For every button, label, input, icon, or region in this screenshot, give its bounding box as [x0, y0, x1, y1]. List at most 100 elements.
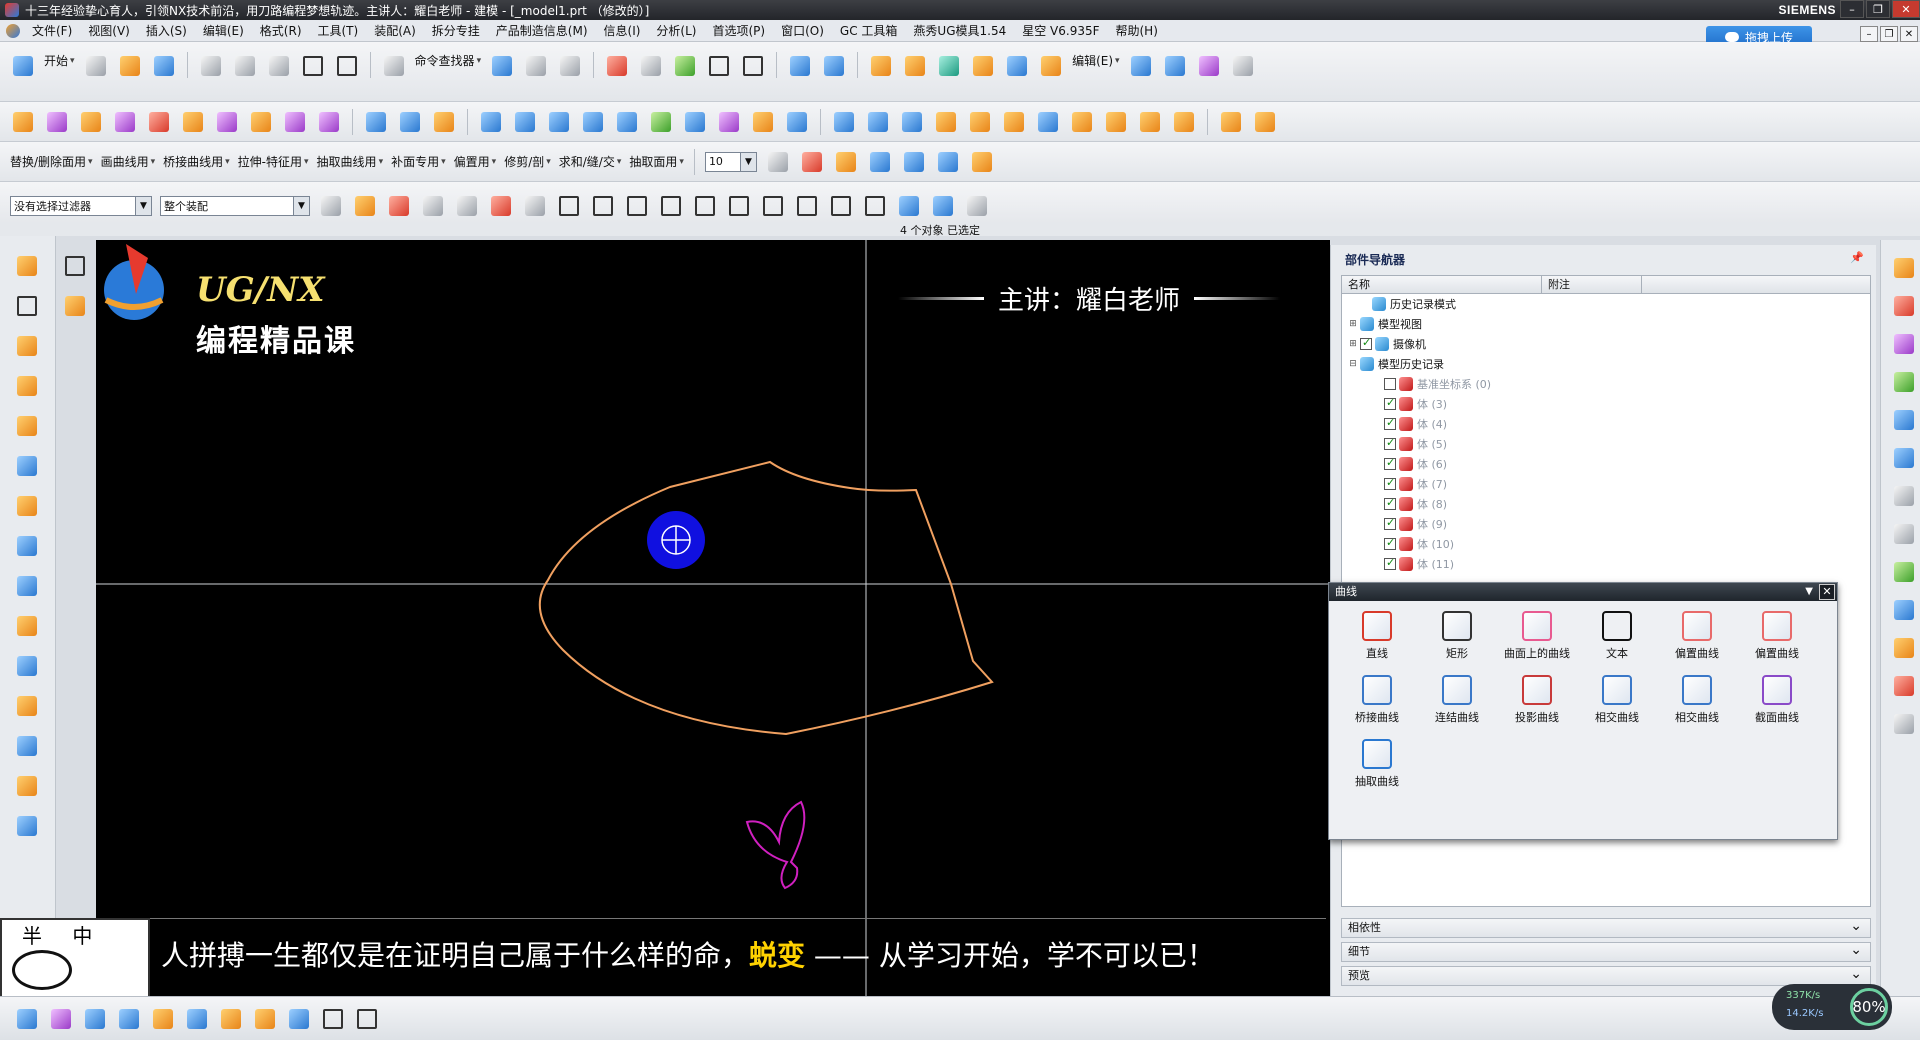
select-feature-icon[interactable]: [521, 192, 549, 220]
command-finder-button[interactable]: 命令查找器: [411, 52, 486, 69]
internet-explorer-icon[interactable]: [1890, 406, 1918, 434]
close-x-icon[interactable]: [61, 252, 89, 280]
assembly-select-icon[interactable]: [351, 192, 379, 220]
curve-command-bridge-curve[interactable]: 桥接曲线: [1337, 675, 1417, 725]
group-draw-curve[interactable]: 画曲线用: [97, 153, 160, 170]
bom-icon[interactable]: [1170, 108, 1198, 136]
background-icon[interactable]: [739, 52, 767, 80]
start-icon[interactable]: [9, 52, 37, 80]
menu-help[interactable]: 帮助(H): [1108, 22, 1166, 39]
mold-lifter-icon[interactable]: [1068, 108, 1096, 136]
snap-point-icon[interactable]: [385, 192, 413, 220]
transform-icon[interactable]: [866, 148, 894, 176]
visibility-checkbox[interactable]: [1384, 436, 1396, 450]
close-button[interactable]: ✕: [1892, 0, 1920, 18]
save-icon[interactable]: [150, 52, 178, 80]
filter-settings-icon[interactable]: [317, 192, 345, 220]
history-icon[interactable]: [1890, 444, 1918, 472]
panel-preview[interactable]: 预览: [1341, 965, 1871, 986]
offset-surface-icon[interactable]: [477, 108, 505, 136]
pattern-tool-icon[interactable]: [13, 492, 41, 520]
visibility-checkbox[interactable]: [1360, 336, 1372, 350]
visibility-checkbox[interactable]: [1384, 378, 1396, 390]
select-body-icon[interactable]: [453, 192, 481, 220]
curve-command-offset-curve[interactable]: 偏置曲线: [1737, 611, 1817, 661]
selection-scope-select[interactable]: 整个装配 ▼: [160, 195, 310, 216]
graphics-window[interactable]: UG/NX 编程精品课 主讲：耀白老师 人拼搏一生都仅是在证明自己属于什么样的命…: [96, 240, 1330, 996]
group-replace-delete-face[interactable]: 替换/删除面用: [6, 153, 97, 170]
new-file-icon[interactable]: [82, 52, 110, 80]
bounded-plane-icon[interactable]: [681, 108, 709, 136]
curve-command-section-curve[interactable]: 截面曲线: [1737, 675, 1817, 725]
doc-close-button[interactable]: ✕: [1900, 26, 1918, 42]
swept-icon[interactable]: [430, 108, 458, 136]
mold-wizard-icon[interactable]: [867, 52, 895, 80]
navigator-row[interactable]: 体 (11): [1342, 554, 1870, 574]
curve-command-line[interactable]: 直线: [1337, 611, 1417, 661]
menu-xingkong[interactable]: 星空 V6.935F: [1014, 22, 1107, 39]
visibility-checkbox[interactable]: [1384, 396, 1396, 410]
smart-model-icon[interactable]: [832, 148, 860, 176]
group-offset[interactable]: 偏置用: [450, 153, 501, 170]
copy-icon[interactable]: [231, 52, 259, 80]
open-folder-icon[interactable]: [116, 52, 144, 80]
mold-slide-icon[interactable]: [1034, 108, 1062, 136]
mold-frame-icon[interactable]: [932, 108, 960, 136]
layer-settings-bottom-icon[interactable]: [217, 1005, 245, 1033]
menu-analysis[interactable]: 分析(L): [648, 22, 704, 39]
constraint-navigator-icon[interactable]: [1890, 292, 1918, 320]
trim-body-icon[interactable]: [315, 108, 343, 136]
type-filter-select[interactable]: 没有选择过滤器 ▼: [10, 195, 152, 216]
navigator-row[interactable]: 体 (4): [1342, 414, 1870, 434]
selected-curve-loop[interactable]: [538, 460, 994, 736]
gear-icon[interactable]: [1217, 108, 1245, 136]
blend-tool-icon[interactable]: [13, 732, 41, 760]
curve-command-intersect-curve[interactable]: 相交曲线: [1577, 675, 1657, 725]
ruler-icon[interactable]: [934, 148, 962, 176]
mid-point-icon[interactable]: [623, 192, 651, 220]
up-arrow-icon[interactable]: [1251, 108, 1279, 136]
navigator-row[interactable]: 体 (6): [1342, 454, 1870, 474]
navigator-row[interactable]: ⊞ 摄像机: [1342, 334, 1870, 354]
system-scene-icon[interactable]: [1890, 672, 1918, 700]
curve-command-extract-curve[interactable]: 抽取曲线: [1337, 739, 1417, 789]
visibility-checkbox[interactable]: [1384, 516, 1396, 530]
menu-format[interactable]: 格式(R): [252, 22, 310, 39]
expand-toggle-icon[interactable]: ⊞: [1348, 339, 1358, 349]
restore-button[interactable]: ❐: [1866, 0, 1890, 18]
redo-icon[interactable]: [333, 52, 361, 80]
undo-icon[interactable]: [299, 52, 327, 80]
hole-icon[interactable]: [145, 108, 173, 136]
unite-icon[interactable]: [281, 108, 309, 136]
group-patch-surface[interactable]: 补面专用: [387, 153, 450, 170]
tools-icon[interactable]: [963, 192, 991, 220]
menu-file[interactable]: 文件(F): [24, 22, 80, 39]
cut-icon[interactable]: [197, 52, 225, 80]
mold-insert-icon[interactable]: [1102, 108, 1130, 136]
visibility-checkbox[interactable]: [1384, 496, 1396, 510]
dialog-header[interactable]: 曲线 ▼ ✕: [1329, 583, 1837, 601]
group-extract-curve[interactable]: 抽取曲线用: [313, 153, 388, 170]
menu-edit[interactable]: 编辑(E): [195, 22, 252, 39]
binoculars-icon[interactable]: [380, 52, 408, 80]
mold-base-icon[interactable]: [901, 52, 929, 80]
show-hide-icon[interactable]: [149, 1005, 177, 1033]
curve-command-intersect-curve[interactable]: 相交曲线: [1657, 675, 1737, 725]
draft-tool-icon[interactable]: [13, 652, 41, 680]
reuse-library-icon[interactable]: [1890, 368, 1918, 396]
layer-icon[interactable]: [115, 1005, 143, 1033]
book-tool-icon[interactable]: [13, 572, 41, 600]
curve-command-offset-curve[interactable]: 偏置曲线: [1657, 611, 1737, 661]
text-size-icon[interactable]: [353, 1005, 381, 1033]
column-note[interactable]: 附注: [1542, 276, 1642, 293]
curve-command-join-curve[interactable]: 连结曲线: [1417, 675, 1497, 725]
curve-command-project-curve[interactable]: 投影曲线: [1497, 675, 1577, 725]
clock-icon[interactable]: [1890, 482, 1918, 510]
group-extrude-feature[interactable]: 拉伸-特征用: [234, 153, 313, 170]
process-studio-icon[interactable]: [1890, 558, 1918, 586]
navigator-row[interactable]: 基准坐标系 (0): [1342, 374, 1870, 394]
manufacturing-wizard-icon[interactable]: [1890, 596, 1918, 624]
chamfer-tool-icon[interactable]: [13, 692, 41, 720]
line-snap-icon[interactable]: [657, 192, 685, 220]
mold-block-icon[interactable]: [1136, 108, 1164, 136]
